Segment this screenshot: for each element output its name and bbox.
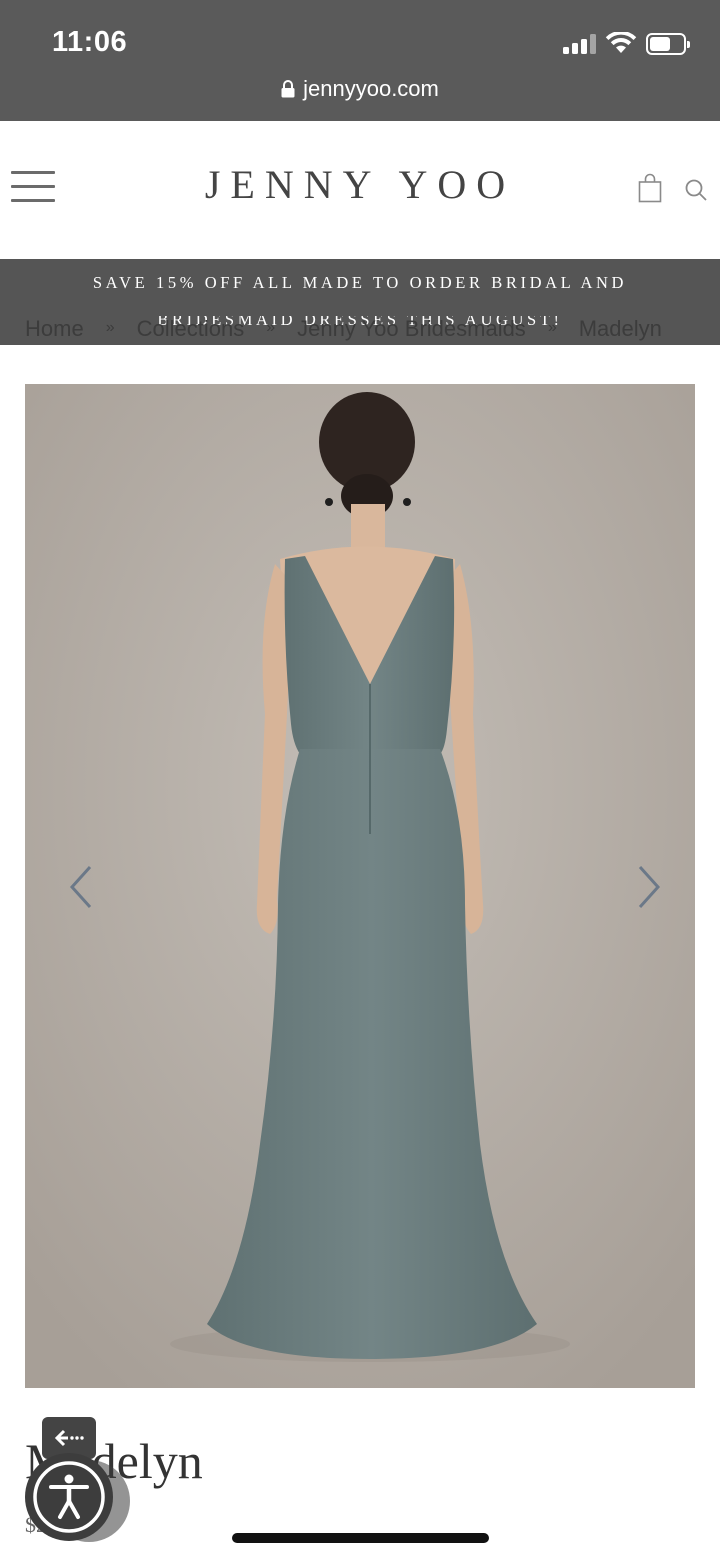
product-image[interactable]	[25, 384, 695, 1388]
breadcrumb-separator: »	[266, 319, 276, 336]
chevron-left-icon[interactable]	[60, 862, 100, 912]
address-bar[interactable]: jennyyoo.com	[0, 76, 720, 102]
status-time: 11:06	[52, 26, 128, 58]
breadcrumb-bridesmaids[interactable]: Jenny Yoo Bridesmaids	[297, 316, 526, 341]
breadcrumb-current: Madelyn	[578, 316, 662, 341]
breadcrumb-home[interactable]: Home	[25, 316, 84, 341]
breadcrumb: Home » Collections » Jenny Yoo Bridesmaids » M…	[25, 316, 662, 342]
url-text: jennyyoo.com	[303, 76, 439, 101]
brand-logo[interactable]: JENNY YOO	[0, 161, 720, 208]
battery-icon	[646, 33, 690, 55]
shopping-bag-icon[interactable]	[638, 173, 662, 203]
promo-line-1-overlay: SAVE 15% OFF ALL MADE TO ORDER BRIDAL AN…	[92, 273, 628, 292]
chevron-right-icon[interactable]	[630, 862, 670, 912]
signal-icon	[563, 34, 597, 54]
home-indicator[interactable]	[232, 1533, 489, 1543]
search-icon[interactable]	[684, 178, 708, 202]
breadcrumb-collections[interactable]: Collections	[137, 316, 245, 341]
lock-icon	[281, 80, 295, 98]
accessibility-icon	[33, 1461, 105, 1533]
dress-photo	[25, 384, 695, 1388]
wifi-icon	[605, 32, 637, 53]
breadcrumb-separator: »	[105, 319, 115, 336]
site-header: JENNY YOO	[0, 121, 720, 259]
browser-chrome: 11:06 jennyyoo.com	[0, 0, 720, 121]
accessibility-widget-button[interactable]	[25, 1453, 113, 1541]
breadcrumb-separator: »	[547, 319, 557, 336]
